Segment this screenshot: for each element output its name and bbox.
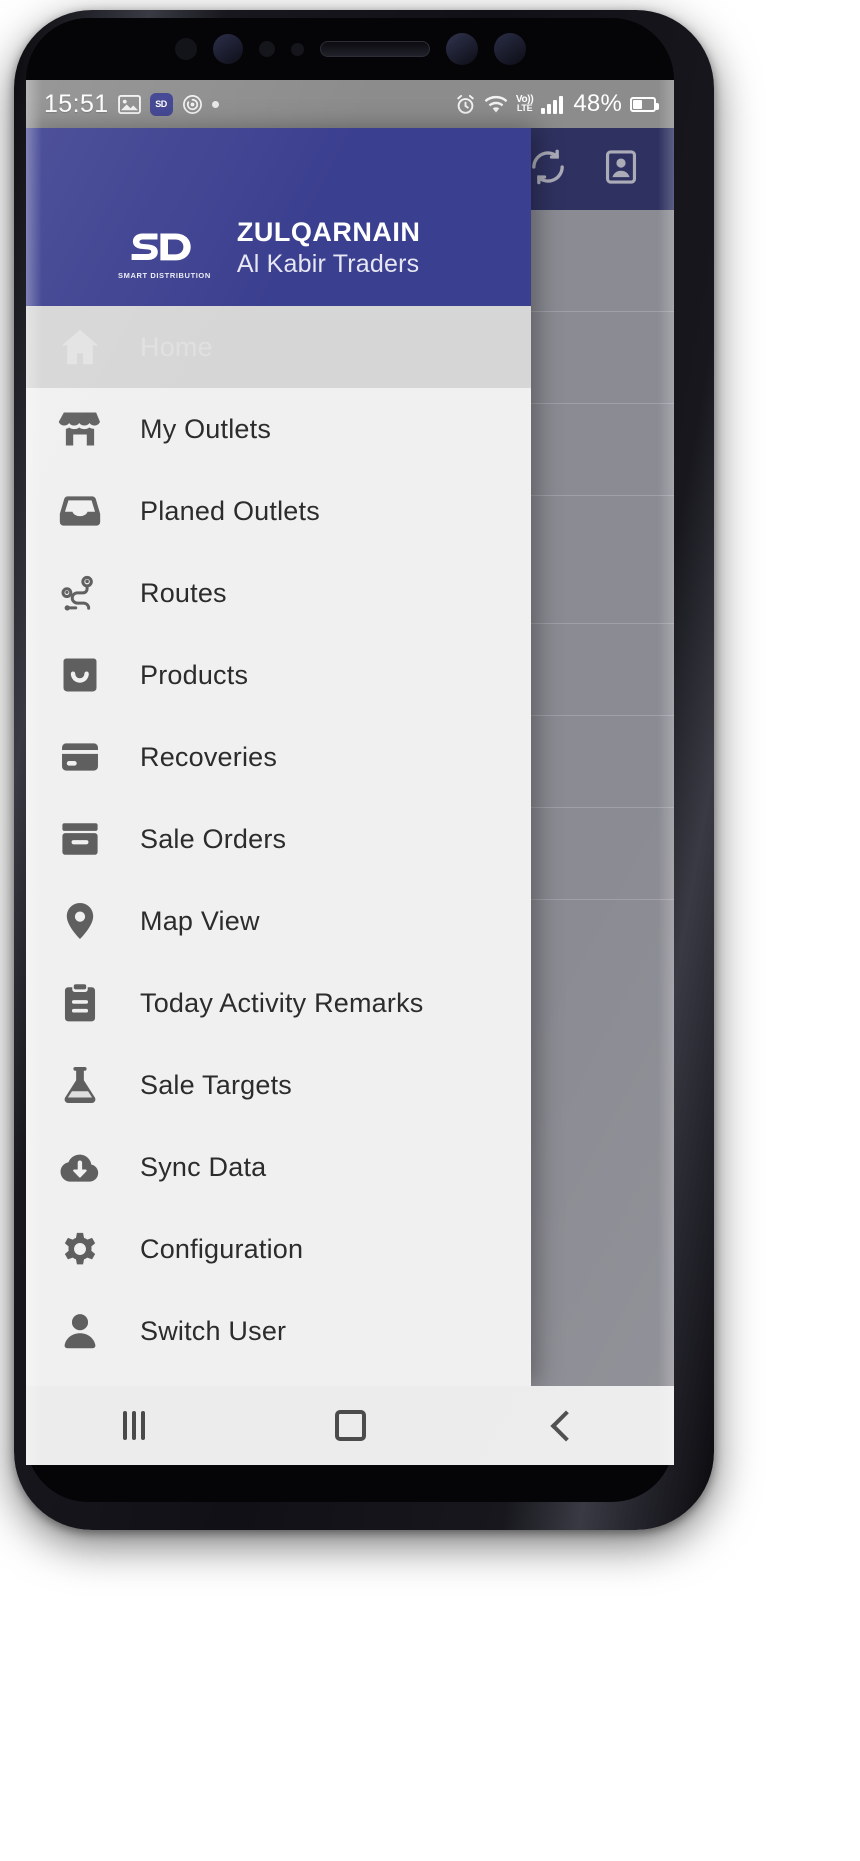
drawer-item-sale-orders[interactable]: Sale Orders xyxy=(26,798,531,880)
phone-screen: 15:51 SD Vo)) LTE 48% SMART DISTRIBUTION… xyxy=(26,80,674,1465)
dot-icon xyxy=(211,100,219,108)
gear-icon xyxy=(52,1226,108,1272)
front-camera-icon xyxy=(212,34,243,64)
sd-logo-icon: SMART DISTRIBUTION xyxy=(118,228,211,280)
user-icon xyxy=(52,1309,108,1353)
drawer-item-products[interactable]: Products xyxy=(26,634,531,716)
drawer-item-planed-outlets[interactable]: Planed Outlets xyxy=(26,470,531,552)
status-bar-right: Vo)) LTE 48% xyxy=(455,90,659,118)
wifi-icon xyxy=(484,95,508,114)
battery-icon xyxy=(630,96,659,112)
sd-logo-tagline: SMART DISTRIBUTION xyxy=(118,271,211,280)
route-icon xyxy=(52,570,108,616)
status-bar-clock: 15:51 xyxy=(44,89,109,118)
basket-icon xyxy=(52,653,108,697)
signal-bars-icon xyxy=(541,94,564,114)
drawer-item-sale-targets[interactable]: Sale Targets xyxy=(26,1044,531,1126)
drawer-item-label: Map View xyxy=(140,905,260,936)
home-icon xyxy=(52,324,108,370)
drawer-item-label: Sync Data xyxy=(140,1151,267,1182)
drawer-item-routes[interactable]: Routes xyxy=(26,552,531,634)
home-button[interactable] xyxy=(290,1386,410,1465)
drawer-item-my-outlets[interactable]: My Outlets xyxy=(26,388,531,470)
drawer-item-label: Recoveries xyxy=(140,741,278,772)
card-icon xyxy=(52,735,108,779)
device-top-hardware xyxy=(26,18,674,80)
secondary-camera-icon xyxy=(493,33,526,65)
sync-icon[interactable] xyxy=(528,147,568,192)
earpiece-speaker xyxy=(319,41,430,57)
inbox-icon xyxy=(52,489,108,533)
sensor-icon xyxy=(174,38,197,60)
light-sensor-icon xyxy=(290,42,304,56)
drawer-item-label: My Outlets xyxy=(140,413,272,444)
drawer-item-switch-user[interactable]: Switch User xyxy=(26,1290,531,1372)
status-bar-left: 15:51 SD xyxy=(44,90,455,119)
drawer-title: ZULQARNAIN xyxy=(236,217,421,247)
proximity-sensor-icon xyxy=(258,41,275,57)
drawer-item-today-activity-remarks[interactable]: Today Activity Remarks xyxy=(26,962,531,1044)
home-square-icon xyxy=(334,1410,366,1441)
drawer-item-label: Sale Orders xyxy=(140,823,287,854)
drawer-item-label: Today Activity Remarks xyxy=(140,987,424,1018)
navigation-drawer: SMART DISTRIBUTION ZULQARNAIN Al Kabir T… xyxy=(26,128,531,1386)
drawer-item-label: Routes xyxy=(140,577,227,608)
photo-icon xyxy=(117,94,141,114)
circle-target-icon xyxy=(182,94,203,115)
volte-icon: Vo)) LTE xyxy=(515,94,534,113)
alarm-icon xyxy=(455,94,476,115)
drawer-item-label: Sale Targets xyxy=(140,1069,292,1100)
archive-icon xyxy=(52,817,108,861)
drawer-menu-list: Home My Outlets Planed Outlets Routes Pr… xyxy=(26,306,531,1372)
back-chevron-icon xyxy=(550,1409,582,1442)
clipboard-icon xyxy=(52,981,108,1025)
system-navigation-bar xyxy=(26,1386,674,1465)
drawer-item-label: Products xyxy=(140,659,249,690)
drawer-item-configuration[interactable]: Configuration xyxy=(26,1208,531,1290)
status-bar: 15:51 SD Vo)) LTE 48% xyxy=(26,80,674,128)
battery-percent-label: 48% xyxy=(573,90,622,117)
profile-icon[interactable] xyxy=(602,148,640,191)
phone-device-photo: 15:51 SD Vo)) LTE 48% SMART DISTRIBUTION… xyxy=(0,0,860,1861)
store-icon xyxy=(52,407,108,451)
sd-app-icon: SD xyxy=(149,92,173,116)
cloud-download-icon xyxy=(52,1144,108,1190)
iris-scanner-icon xyxy=(445,33,478,65)
drawer-item-recoveries[interactable]: Recoveries xyxy=(26,716,531,798)
drawer-item-home[interactable]: Home xyxy=(26,306,531,388)
drawer-item-label: Home xyxy=(140,331,213,362)
recents-icon xyxy=(123,1411,145,1440)
drawer-header: SMART DISTRIBUTION ZULQARNAIN Al Kabir T… xyxy=(26,128,531,306)
drawer-item-label: Planed Outlets xyxy=(140,495,320,526)
drawer-item-sync-data[interactable]: Sync Data xyxy=(26,1126,531,1208)
drawer-brand-text: ZULQARNAIN Al Kabir Traders xyxy=(237,217,420,280)
drawer-subtitle: Al Kabir Traders xyxy=(236,250,420,278)
flask-icon xyxy=(52,1063,108,1107)
back-button[interactable] xyxy=(506,1386,626,1465)
map-pin-icon xyxy=(52,899,108,943)
drawer-item-map-view[interactable]: Map View xyxy=(26,880,531,962)
recents-button[interactable] xyxy=(74,1386,194,1465)
drawer-item-label: Switch User xyxy=(140,1315,287,1346)
drawer-item-label: Configuration xyxy=(140,1233,304,1264)
